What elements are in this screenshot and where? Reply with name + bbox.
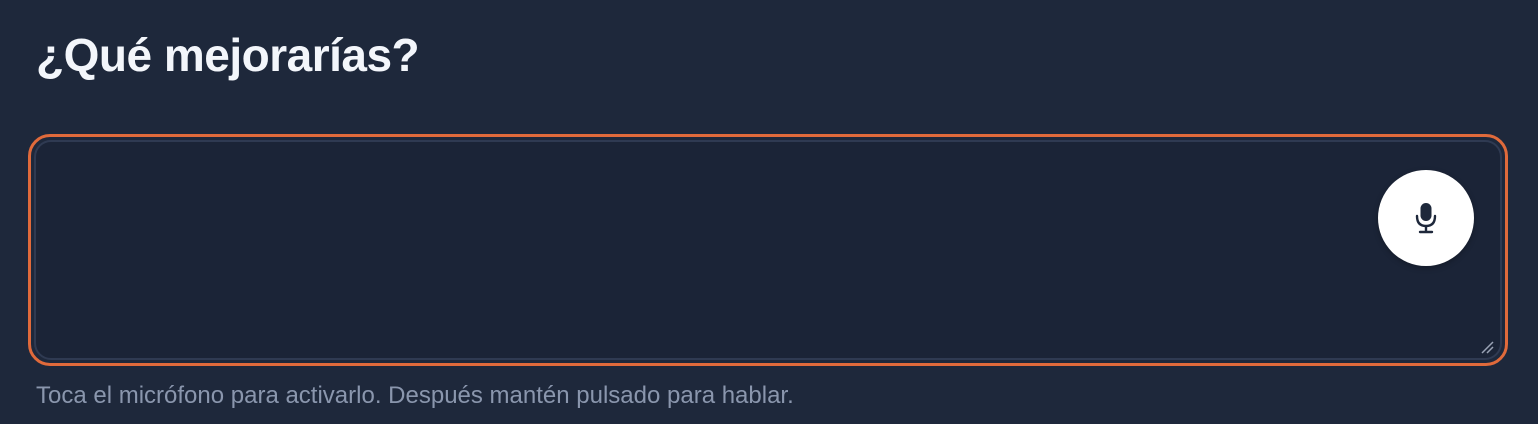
microphone-button[interactable] [1378, 170, 1474, 266]
helper-text: Toca el micrófono para activarlo. Despué… [36, 382, 794, 409]
resize-handle-icon[interactable] [1480, 340, 1494, 354]
feedback-textarea[interactable] [34, 140, 1502, 360]
form-title: ¿Qué mejorarías? [36, 29, 420, 81]
feedback-form: ¿Qué mejorarías? Toca el micrófono para … [0, 0, 1538, 424]
microphone-icon [1415, 203, 1437, 234]
